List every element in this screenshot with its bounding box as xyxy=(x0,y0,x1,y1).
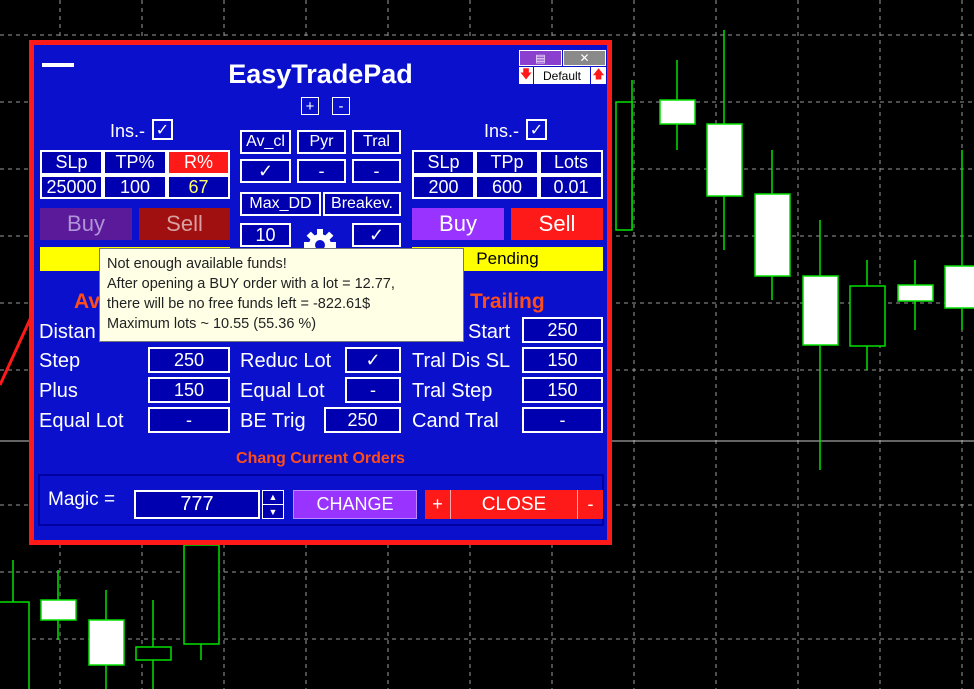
averaging-title: Av xyxy=(74,290,101,313)
zoom-out-button[interactable]: - xyxy=(332,97,350,115)
tral-step-label: Tral Step xyxy=(412,380,493,402)
left-tp-pct-input[interactable]: 100 xyxy=(103,175,167,199)
left-ins-checkbox[interactable]: ✓ xyxy=(152,119,173,140)
tral-dis-sl-label: Tral Dis SL xyxy=(412,350,511,372)
trailing-start-label: Start xyxy=(468,321,511,343)
magic-stepper[interactable]: ▲ ▼ xyxy=(262,490,284,519)
funds-warning-tooltip: Not enough available funds! After openin… xyxy=(99,248,464,342)
restore-icon: ▤ xyxy=(535,52,546,65)
profile-prev-icon[interactable]: 🡇 xyxy=(519,67,533,84)
cand-tral-toggle[interactable]: - xyxy=(522,407,603,433)
av-cl-toggle[interactable]: ✓ xyxy=(240,159,291,183)
left-ins-label: Ins.- xyxy=(110,121,146,141)
right-ins-label: Ins.- xyxy=(484,121,520,141)
right-sell-button[interactable]: Sell xyxy=(511,208,603,240)
close-orders-button[interactable]: CLOSE xyxy=(451,490,577,519)
reduc-lot-toggle[interactable]: ✓ xyxy=(345,347,401,373)
close-icon: ✕ xyxy=(579,51,590,65)
tooltip-line: Not enough available funds! xyxy=(107,256,287,272)
trailing-title: Trailing xyxy=(470,290,545,313)
stepper-down-icon[interactable]: ▼ xyxy=(263,505,283,519)
close-minus-button[interactable]: - xyxy=(577,490,603,519)
tral-dis-sl-input[interactable]: 150 xyxy=(522,347,603,373)
right-tpp-input[interactable]: 600 xyxy=(475,175,539,199)
close-window-button[interactable]: ✕ xyxy=(563,50,606,66)
trailing-start-input[interactable]: 250 xyxy=(522,317,603,343)
change-orders-title: Chang Current Orders xyxy=(236,450,405,467)
right-header-tpp: TPp xyxy=(475,150,539,175)
breakeven-header: Breakev. xyxy=(323,192,401,216)
left-header-slp: SLp xyxy=(40,150,103,175)
left-slp-input[interactable]: 25000 xyxy=(40,175,103,199)
breakeven-toggle[interactable]: ✓ xyxy=(352,223,401,247)
zoom-in-button[interactable]: + xyxy=(301,97,319,115)
pyr-toggle[interactable]: - xyxy=(297,159,346,183)
right-ins-checkbox[interactable]: ✓ xyxy=(526,119,547,140)
averaging-step-label: Step xyxy=(39,350,81,372)
change-button[interactable]: CHANGE xyxy=(293,490,417,519)
tooltip-line: After opening a BUY order with a lot = 1… xyxy=(107,276,395,292)
right-lots-input[interactable]: 0.01 xyxy=(539,175,603,199)
right-slp-input[interactable]: 200 xyxy=(412,175,475,199)
tral-header: Tral xyxy=(352,130,401,154)
profile-next-icon[interactable]: 🡅 xyxy=(591,67,606,84)
stepper-up-icon[interactable]: ▲ xyxy=(263,491,283,505)
averaging-plus-label: Plus xyxy=(39,380,78,402)
left-sell-button[interactable]: Sell xyxy=(139,208,230,240)
be-trig-input[interactable]: 250 xyxy=(324,407,401,433)
averaging-distance-label: Distan xyxy=(39,321,96,343)
max-dd-input[interactable]: 10 xyxy=(240,223,291,247)
equal-lot-toggle[interactable]: - xyxy=(345,377,401,403)
reduc-lot-label: Reduc Lot xyxy=(240,350,332,372)
cand-tral-label: Cand Tral xyxy=(412,410,499,432)
tral-toggle[interactable]: - xyxy=(352,159,401,183)
tral-step-input[interactable]: 150 xyxy=(522,377,603,403)
av-cl-header: Av_cl xyxy=(240,130,291,154)
magic-input[interactable]: 777 xyxy=(134,490,260,519)
close-plus-button[interactable]: + xyxy=(425,490,451,519)
restore-button[interactable]: ▤ xyxy=(519,50,562,66)
be-trig-label: BE Trig xyxy=(240,410,306,432)
left-header-tp-pct: TP% xyxy=(103,150,167,175)
close-orders-group: + CLOSE - xyxy=(425,490,603,519)
right-header-lots: Lots xyxy=(539,150,603,175)
averaging-equal-lot-toggle[interactable]: - xyxy=(148,407,230,433)
equal-lot-label: Equal Lot xyxy=(240,380,325,402)
averaging-plus-input[interactable]: 150 xyxy=(148,377,230,403)
pyr-header: Pyr xyxy=(297,130,346,154)
orders-box: Magic = 777 ▲ ▼ CHANGE + CLOSE - xyxy=(38,474,604,526)
left-r-pct-input[interactable]: 67 xyxy=(167,175,230,199)
window-controls: ▤ ✕ 🡇 Default 🡅 xyxy=(519,50,607,86)
left-buy-button[interactable]: Buy xyxy=(40,208,132,240)
averaging-step-input[interactable]: 250 xyxy=(148,347,230,373)
right-buy-button[interactable]: Buy xyxy=(412,208,504,240)
left-header-r-pct: R% xyxy=(167,150,230,175)
profile-selector[interactable]: Default xyxy=(534,67,590,84)
tooltip-line: Maximum lots ~ 10.55 (55.36 %) xyxy=(107,316,317,332)
tooltip-line: there will be no free funds left = -822.… xyxy=(107,296,371,312)
right-header-slp: SLp xyxy=(412,150,475,175)
averaging-equal-lot-label: Equal Lot xyxy=(39,410,124,432)
max-dd-header: Max_DD xyxy=(240,192,321,216)
magic-label: Magic = xyxy=(48,489,116,510)
